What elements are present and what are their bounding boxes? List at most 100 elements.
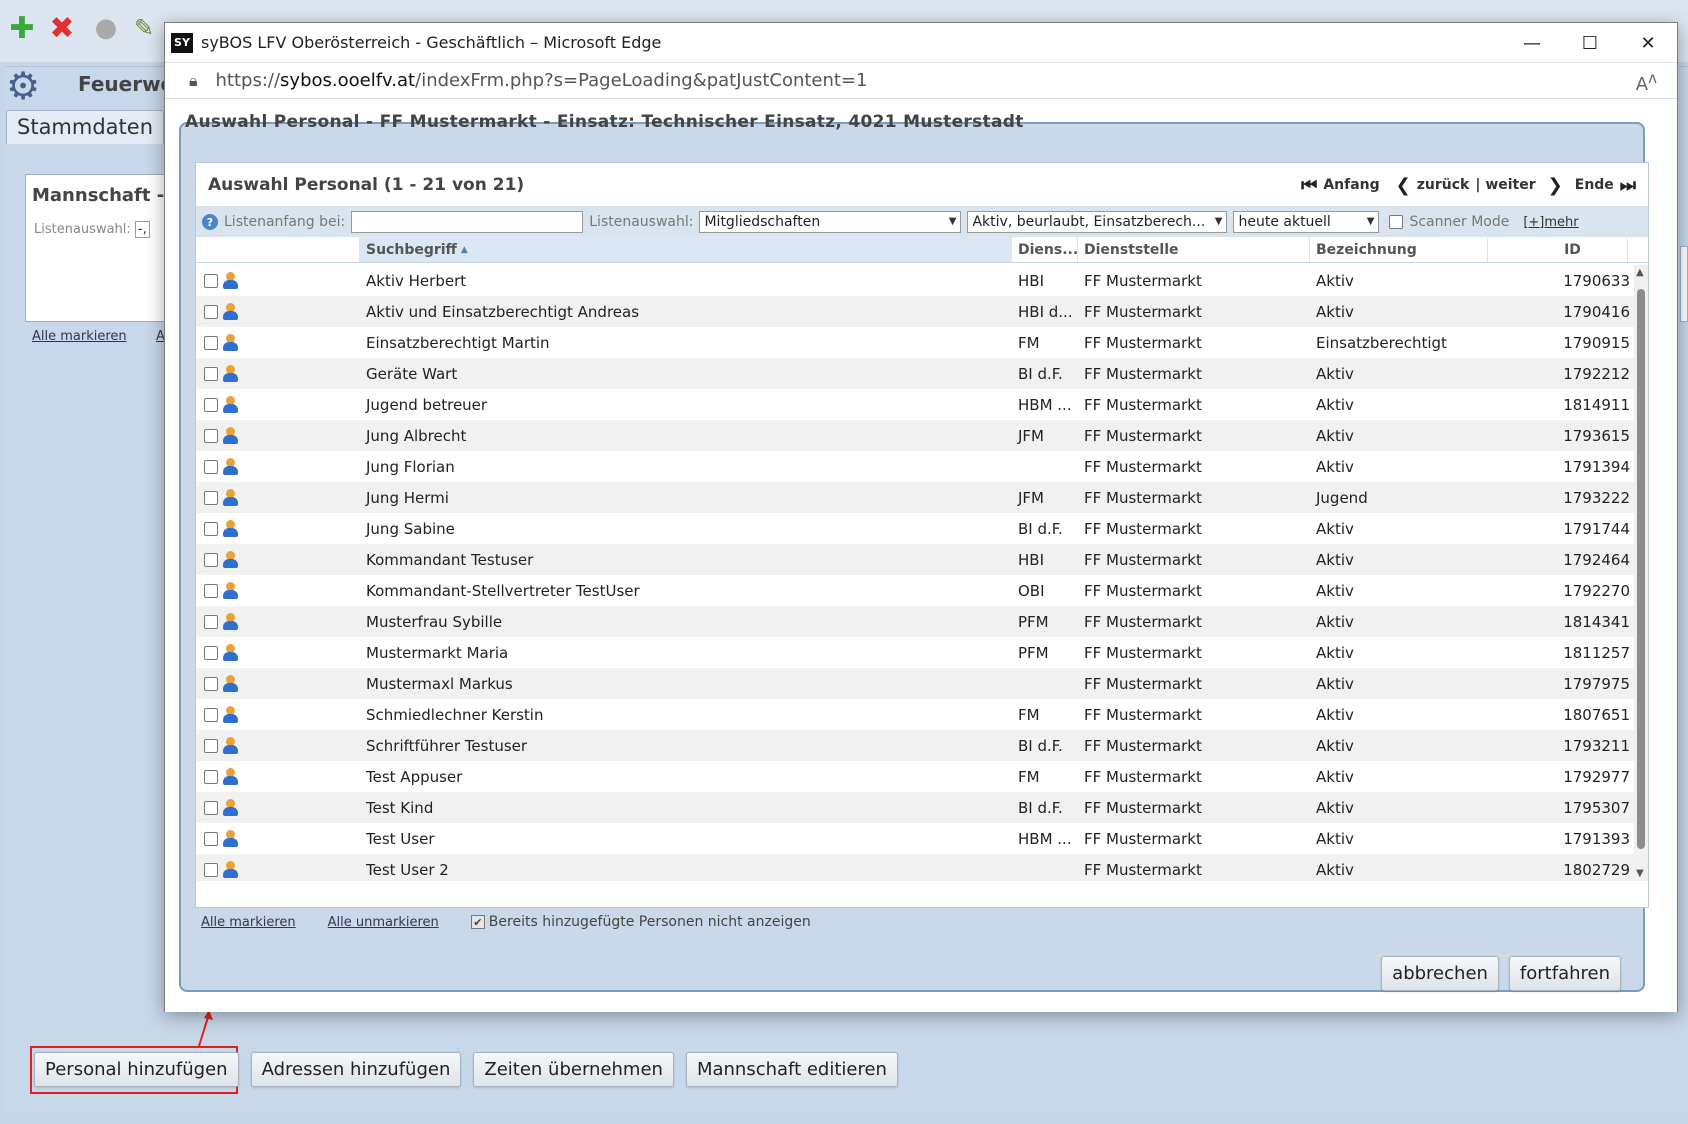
pager-first[interactable]: Anfang	[1323, 177, 1379, 193]
row-checkbox[interactable]	[204, 366, 218, 381]
table-row[interactable]: Schmiedlechner Kerstin FM FF Mustermarkt Ak…	[196, 699, 1636, 730]
row-checkbox[interactable]	[204, 583, 218, 598]
table-row[interactable]: Mustermarkt Maria PFM FF Mustermarkt Aktiv 1…	[196, 637, 1636, 668]
row-checkbox[interactable]	[204, 459, 218, 474]
url-prefix: https://	[215, 70, 281, 91]
column-suchbegriff[interactable]: Suchbegriff ▲	[360, 237, 1012, 262]
row-checkbox[interactable]	[204, 552, 218, 567]
table-row[interactable]: Jung Florian FF Mustermarkt Aktiv 1791394	[196, 451, 1636, 482]
column-dienststelle[interactable]: Dienststelle	[1078, 237, 1310, 262]
pager-next[interactable]: | weiter	[1475, 177, 1535, 193]
read-aloud-icon[interactable]: Aʌ	[1636, 69, 1657, 95]
scroll-down-icon[interactable]: ▼	[1636, 868, 1644, 879]
table-body: Aktiv Herbert HBI FF Mustermarkt Aktiv 17906…	[196, 265, 1636, 881]
hide-added-checkbox[interactable]: ✔	[470, 915, 485, 929]
table-row[interactable]: Geräte Wart BI d.F. FF Mustermarkt Aktiv 179…	[196, 358, 1636, 389]
table-row[interactable]: Test Kind BI d.F. FF Mustermarkt Aktiv 17953…	[196, 792, 1636, 823]
circle-icon[interactable]: ●	[90, 12, 122, 44]
table-row[interactable]: Aktiv und Einsatzberechtigt Andreas HBI d…	[196, 296, 1636, 327]
cell-dienststelle: FF Mustermarkt	[1084, 271, 1202, 290]
minimize-icon[interactable]: —	[1503, 23, 1561, 63]
table-row[interactable]: Jung Hermi JFM FF Mustermarkt Jugend 1793222	[196, 482, 1636, 513]
table-row[interactable]: Schriftführer Testuser BI d.F. FF Musterma…	[196, 730, 1636, 761]
row-checkbox[interactable]	[204, 490, 218, 505]
row-checkbox[interactable]	[204, 397, 218, 412]
row-checkbox[interactable]	[204, 428, 218, 443]
deselect-all-link[interactable]: Alle unmarkieren	[328, 915, 439, 930]
cell-dienststelle: FF Mustermarkt	[1084, 612, 1202, 631]
cancel-button[interactable]: abbrechen	[1381, 956, 1499, 991]
chevron-down-icon: ▼	[1214, 216, 1223, 227]
date-select[interactable]: heute aktuell ▼	[1233, 211, 1380, 233]
list-start-input[interactable]	[351, 211, 584, 233]
row-checkbox[interactable]	[204, 645, 218, 660]
hide-added-option[interactable]: ✔ Bereits hinzugefügte Personen nicht an…	[470, 914, 811, 930]
last-page-icon[interactable]: ⏭	[1620, 175, 1636, 196]
scroll-up-icon[interactable]: ▲	[1636, 267, 1644, 278]
add-addresses-button[interactable]: Adressen hinzufügen	[250, 1052, 462, 1087]
filter-row: ? Listenanfang bei: Listenauswahl: Mitgl…	[196, 207, 1648, 237]
close-icon[interactable]: ✕	[1619, 23, 1677, 63]
table-row[interactable]: Kommandant-Stellvertreter TestUser OBI FF …	[196, 575, 1636, 606]
cell-id: 1793615	[1563, 426, 1630, 445]
cell-dienstgrad: BI d.F.	[1018, 798, 1063, 817]
table-scrollbar[interactable]: ▲ ▼	[1634, 265, 1648, 881]
table-row[interactable]: Test User 2 FF Mustermarkt Aktiv 1802729	[196, 854, 1636, 881]
add-personnel-button[interactable]: Personal hinzufügen	[34, 1052, 239, 1087]
edit-icon[interactable]: ✎	[128, 12, 160, 44]
table-row[interactable]: Test Appuser FM FF Mustermarkt Aktiv 1792977	[196, 761, 1636, 792]
person-icon	[222, 333, 238, 352]
row-select-cell	[196, 829, 360, 848]
row-checkbox[interactable]	[204, 304, 218, 319]
delete-icon[interactable]: ✖	[46, 11, 78, 46]
address-bar[interactable]: 🔒︎ https://sybos.ooelfv.at/indexFrm.php?…	[165, 63, 1677, 99]
table-row[interactable]: Einsatzberechtigt Martin FM FF Mustermarkt…	[196, 327, 1636, 358]
row-checkbox[interactable]	[204, 769, 218, 784]
cell-suchbegriff: Aktiv und Einsatzberechtigt Andreas	[366, 302, 640, 321]
table-row[interactable]: Mustermaxl Markus FF Mustermarkt Aktiv 1797…	[196, 668, 1636, 699]
row-checkbox[interactable]	[204, 273, 218, 288]
table-row[interactable]: Aktiv Herbert HBI FF Mustermarkt Aktiv 17906…	[196, 265, 1636, 296]
list-select[interactable]: Mitgliedschaften ▼	[699, 211, 962, 233]
next-page-icon[interactable]: ❯	[1548, 175, 1563, 196]
table-row[interactable]: Jugend betreuer HBM ... FF Mustermarkt Akti…	[196, 389, 1636, 420]
row-checkbox[interactable]	[204, 738, 218, 753]
add-icon[interactable]: ✚	[6, 11, 38, 46]
status-select[interactable]: Aktiv, beurlaubt, Einsatzberech... ▼	[967, 211, 1228, 233]
row-checkbox[interactable]	[204, 335, 218, 350]
scrollbar-thumb[interactable]	[1637, 289, 1645, 849]
continue-button[interactable]: fortfahren	[1508, 956, 1621, 991]
tab-stammdaten[interactable]: Stammdaten	[6, 110, 165, 144]
row-checkbox[interactable]	[204, 707, 218, 722]
team-filter-select[interactable]: -,	[134, 221, 150, 238]
edit-team-button[interactable]: Mannschaft editieren	[685, 1052, 898, 1087]
prev-page-icon[interactable]: ❮	[1396, 175, 1411, 196]
cell-dienstgrad: HBM ...	[1018, 829, 1072, 848]
table-row[interactable]: Jung Sabine BI d.F. FF Mustermarkt Aktiv 179…	[196, 513, 1636, 544]
table-row[interactable]: Jung Albrecht JFM FF Mustermarkt Aktiv 17936…	[196, 420, 1636, 451]
row-checkbox[interactable]	[204, 831, 218, 846]
apply-times-button[interactable]: Zeiten übernehmen	[473, 1052, 674, 1087]
row-checkbox[interactable]	[204, 614, 218, 629]
row-checkbox[interactable]	[204, 521, 218, 536]
select-all-link[interactable]: Alle markieren	[201, 915, 296, 930]
bg-select-all-link[interactable]: Alle markieren	[32, 329, 127, 344]
table-row[interactable]: Musterfrau Sybille PFM FF Mustermarkt Aktiv…	[196, 606, 1636, 637]
pager-prev[interactable]: zurück	[1417, 177, 1470, 193]
maximize-icon[interactable]: ☐	[1561, 23, 1619, 63]
help-icon[interactable]: ?	[202, 214, 218, 230]
table-row[interactable]: Kommandant Testuser HBI FF Mustermarkt Akti…	[196, 544, 1636, 575]
column-bezeichnung[interactable]: Bezeichnung	[1310, 237, 1488, 262]
row-checkbox[interactable]	[204, 800, 218, 815]
column-dienstgrad[interactable]: Diens...	[1012, 237, 1078, 262]
cell-dienstgrad: HBI d...	[1018, 302, 1073, 321]
column-id[interactable]: ID	[1488, 237, 1628, 262]
row-checkbox[interactable]	[204, 862, 218, 877]
row-checkbox[interactable]	[204, 676, 218, 691]
first-page-icon[interactable]: ⏮	[1301, 175, 1317, 196]
list-header: Auswahl Personal (1 - 21 von 21) ⏮ Anfan…	[196, 163, 1648, 207]
table-row[interactable]: Test User HBM ... FF Mustermarkt Aktiv 17913…	[196, 823, 1636, 854]
more-link[interactable]: [+]mehr	[1523, 215, 1578, 230]
pager-last[interactable]: Ende	[1575, 177, 1614, 193]
scanner-mode-checkbox[interactable]	[1389, 215, 1404, 229]
